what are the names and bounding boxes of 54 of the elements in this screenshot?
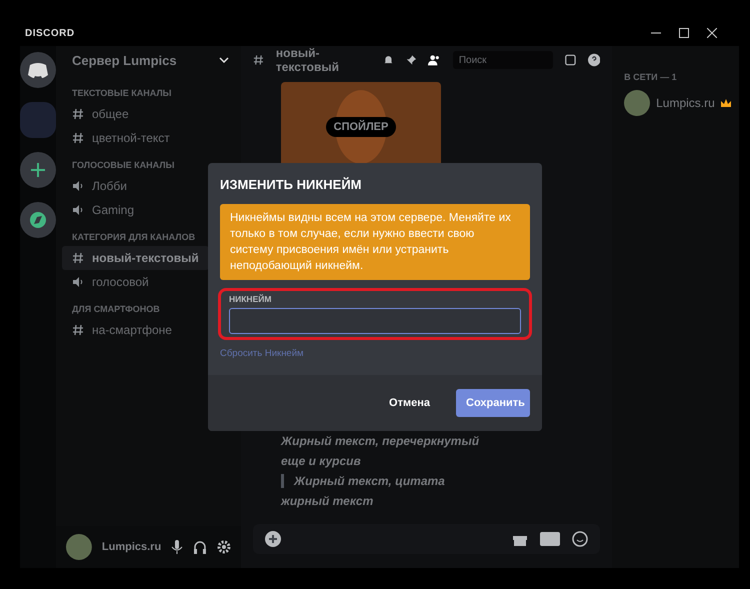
compass-icon[interactable]: [20, 202, 56, 238]
plus-icon[interactable]: [265, 531, 281, 547]
help-icon[interactable]: [588, 52, 600, 68]
hash-icon: [72, 132, 84, 144]
chevron-icon[interactable]: [219, 57, 229, 63]
speaker-icon: [72, 180, 84, 192]
headphones-icon[interactable]: [193, 540, 208, 554]
save-button[interactable]: Сохранить: [456, 389, 530, 418]
nickname-field[interactable]: [229, 308, 521, 334]
search-field[interactable]: Поиск: [452, 51, 553, 69]
message-text: жирный текст: [281, 494, 374, 508]
channel-title: новый-текстовый: [276, 46, 340, 74]
message-text: Жирный текст, перечеркнутый: [281, 434, 480, 448]
channel-item[interactable]: Лобби: [62, 174, 137, 198]
server-name[interactable]: Сервер Lumpics: [72, 52, 177, 68]
category-label[interactable]: ТЕКСТОВЫЕ КАНАЛЫ: [56, 84, 188, 102]
hash-icon: [72, 252, 84, 264]
hash-icon: [72, 324, 84, 336]
member-name[interactable]: Lumpics.ru: [656, 96, 715, 110]
channel-item[interactable]: на-смартфоне: [62, 318, 182, 342]
field-label: НИКНЕЙМ: [229, 294, 272, 304]
category-label[interactable]: ГОЛОСОВЫЕ КАНАЛЫ: [56, 156, 190, 174]
channel-item[interactable]: голосовой: [62, 270, 159, 294]
microphone-icon[interactable]: [171, 540, 184, 554]
close-icon[interactable]: [707, 28, 717, 38]
category-label[interactable]: КАТЕГОРИЯ ДЛЯ КАНАЛОВ: [56, 228, 212, 246]
spoiler-label[interactable]: СПОЙЛЕР: [326, 117, 396, 137]
channel-item[interactable]: цветной-текст: [62, 126, 180, 150]
channel-item[interactable]: новый-текстовый: [62, 246, 209, 270]
warning-notice: Никнеймы видны всем на этом сервере. Меняйте их только в том случае, если нужно ввести свою систему присвоения имён или устранить неподобающий никнейм.: [220, 204, 530, 280]
avatar[interactable]: [66, 534, 92, 560]
maximize-icon[interactable]: [679, 28, 689, 38]
user-name: Lumpics.ru: [102, 541, 162, 553]
message-text: Жирный текст, цитата: [281, 474, 572, 488]
window-title: DISCORD: [25, 28, 75, 38]
people-icon[interactable]: [428, 53, 441, 67]
hash-icon: [253, 53, 264, 67]
hash-icon: [72, 108, 84, 120]
pin-icon[interactable]: [406, 53, 416, 67]
channel-item[interactable]: Gaming: [62, 198, 144, 222]
cancel-button[interactable]: Отмена: [379, 389, 440, 418]
speaker-icon: [72, 276, 84, 288]
members-heading: В СЕТИ — 1: [624, 72, 678, 82]
plus-icon[interactable]: [20, 152, 56, 188]
crown-icon: [720, 99, 731, 107]
category-label[interactable]: ДЛЯ СМАРТФОНОВ: [56, 300, 176, 318]
avatar[interactable]: [624, 90, 650, 116]
dialog-title: ИЗМЕНИТЬ НИКНЕЙМ: [220, 177, 363, 194]
message-text: еще и курсив: [281, 454, 362, 468]
channel-item[interactable]: общее: [62, 102, 139, 126]
reset-link[interactable]: Сбросить Никнейм: [220, 348, 530, 360]
speaker-icon: [72, 204, 84, 216]
emoji-icon[interactable]: [572, 531, 588, 547]
settings-icon[interactable]: [217, 540, 232, 554]
